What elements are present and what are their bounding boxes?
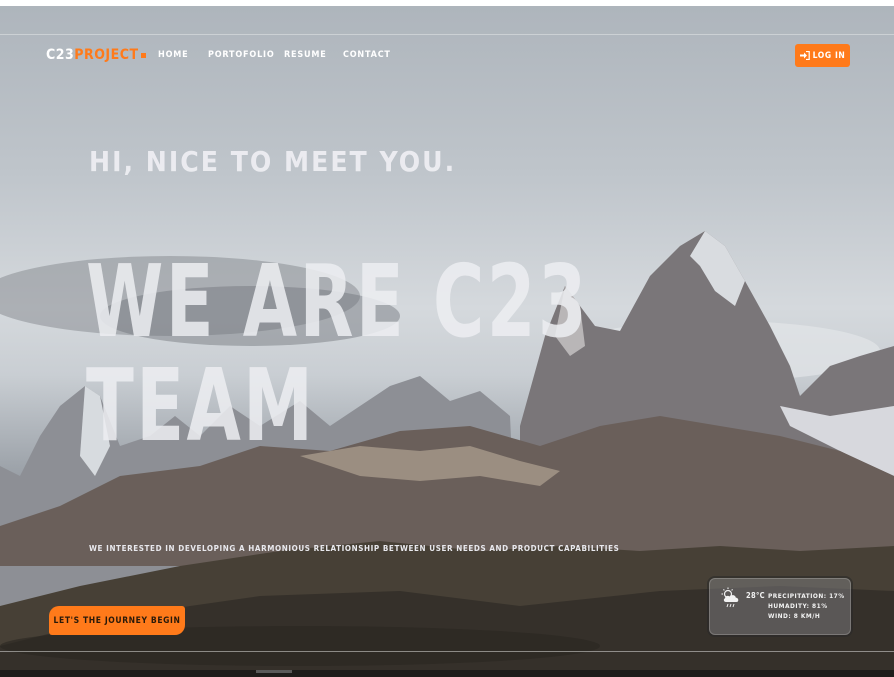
weather-wind: WIND: 8 KM/H xyxy=(768,612,821,620)
hero-headline-line1: WE ARE C23 xyxy=(86,243,590,360)
login-button[interactable]: LOG IN xyxy=(795,44,850,67)
weather-widget: 28°C PRECIPITATION: 17% HUMADITY: 81% WI… xyxy=(709,578,851,635)
brand-dot xyxy=(140,52,146,58)
brand-suffix: PROJECT xyxy=(74,47,139,63)
brand-prefix: C23 xyxy=(46,47,75,63)
hero-headline-line2: TEAM xyxy=(86,347,316,464)
weather-precipitation: PRECIPITATION: 17% xyxy=(768,592,845,600)
hero-section: C23PROJECT HOME PORTOFOLIO RESUME CONTAC… xyxy=(0,6,894,677)
header-divider xyxy=(0,34,894,35)
login-label: LOG IN xyxy=(812,50,846,61)
partly-cloudy-rain-icon xyxy=(721,587,739,608)
bottom-bar xyxy=(0,670,894,677)
journey-cta-button[interactable]: LET'S THE JOURNEY BEGIN xyxy=(49,606,185,635)
hero-greeting: HI, NICE TO MEET YOU. xyxy=(89,145,457,178)
nav-link-portfolio[interactable]: PORTOFOLIO xyxy=(208,50,275,60)
hero-tagline: WE INTERESTED IN DEVELOPING A HARMONIOUS… xyxy=(89,544,620,553)
nav-link-home[interactable]: HOME xyxy=(158,50,188,60)
nav-link-contact[interactable]: CONTACT xyxy=(343,50,391,60)
footer-divider xyxy=(0,651,894,652)
weather-temperature: 28°C xyxy=(746,591,765,600)
sign-in-icon xyxy=(799,51,810,60)
bottom-tab-indicator xyxy=(256,670,292,673)
brand-logo[interactable]: C23PROJECT xyxy=(46,47,146,63)
nav-link-resume[interactable]: RESUME xyxy=(284,50,327,60)
weather-humidity: HUMADITY: 81% xyxy=(768,602,828,610)
